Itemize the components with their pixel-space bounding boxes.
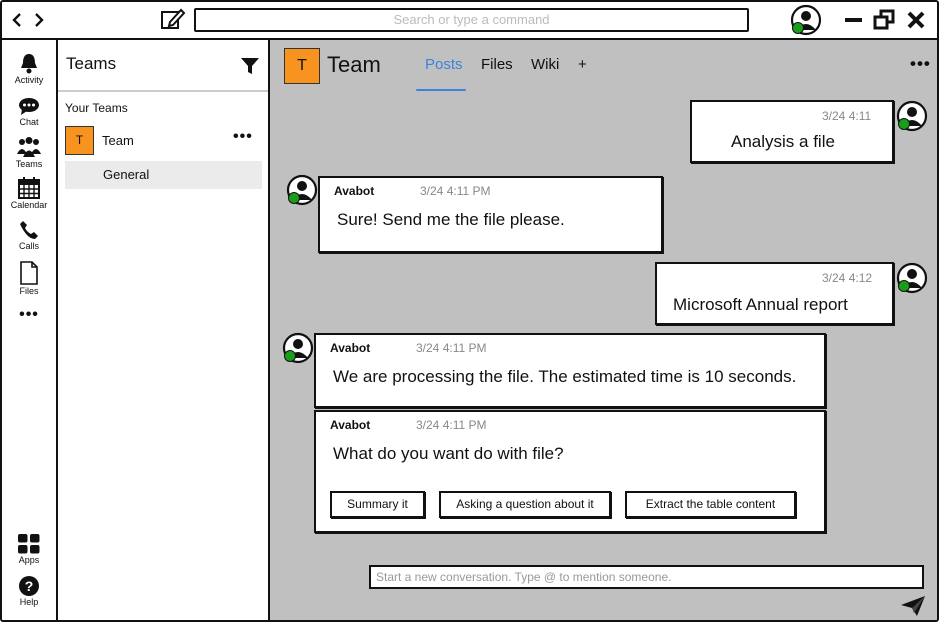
rail-label: Activity [14, 75, 44, 85]
search-input[interactable]: Search or type a command [194, 8, 749, 32]
message-bubble-bot: Avabot 3/24 4:11 PM We are processing th… [314, 333, 826, 408]
rail-item-calendar[interactable]: Calendar [2, 177, 56, 210]
extract-table-button[interactable]: Extract the table content [625, 491, 796, 518]
message-text: We are processing the file. The estimate… [333, 367, 797, 386]
rail-item-help[interactable]: ? Help [2, 576, 56, 607]
message-text: Microsoft Annual report [673, 295, 848, 314]
message-time: 3/24 4:11 [822, 109, 872, 123]
rail-label: Calls [18, 241, 39, 251]
teams-icon [17, 137, 41, 157]
message-sender: Avabot [330, 341, 371, 355]
summary-button[interactable]: Summary it [330, 491, 425, 518]
channel-item-general[interactable]: General [65, 161, 262, 189]
teams-panel: Teams Your Teams T Team ••• General [58, 40, 270, 620]
more-options-icon[interactable]: ••• [910, 54, 931, 74]
user-avatar-icon [896, 100, 928, 132]
teams-panel-header: Teams [58, 40, 268, 92]
conversation-area: T Team Posts Files Wiki + ••• 3/24 4:11 … [270, 40, 937, 620]
message-bubble-bot: Avabot 3/24 4:11 PM What do you want do … [314, 410, 826, 533]
tab-posts[interactable]: Posts [425, 56, 463, 73]
rail-item-calls[interactable]: Calls [2, 220, 56, 251]
user-avatar-icon [896, 262, 928, 294]
bot-avatar-icon [282, 332, 314, 364]
rail-item-chat[interactable]: Chat [2, 97, 56, 127]
tab-add[interactable]: + [578, 56, 587, 73]
restore-icon[interactable] [872, 8, 896, 32]
message-text: Sure! Send me the file please. [337, 210, 565, 229]
top-bar: Search or type a command [2, 2, 937, 40]
team-avatar: T [284, 48, 320, 84]
channel-header: T Team Posts Files Wiki + ••• [270, 40, 937, 92]
team-more-icon[interactable]: ••• [233, 128, 253, 146]
message-bubble-user: 3/24 4:12 Microsoft Annual report [655, 262, 894, 325]
app-window: Search or type a command Activity Chat T… [0, 0, 939, 622]
close-icon[interactable] [904, 8, 928, 32]
apps-icon [18, 534, 40, 554]
message-text: Analysis a file [731, 132, 835, 151]
message-bubble-bot: Avabot 3/24 4:11 PM Sure! Send me the fi… [318, 176, 663, 253]
bot-avatar-icon [286, 174, 318, 206]
back-icon[interactable] [8, 10, 26, 30]
message-sender: Avabot [330, 418, 371, 432]
team-avatar: T [65, 126, 94, 155]
compose-icon[interactable] [160, 7, 186, 31]
message-time: 3/24 4:12 [822, 271, 873, 285]
rail-item-teams[interactable]: Teams [2, 136, 56, 169]
rail-item-files[interactable]: Files [2, 261, 56, 296]
teams-panel-title: Teams [66, 54, 117, 73]
team-item[interactable]: T Team ••• [65, 126, 265, 156]
message-bubble-user: 3/24 4:11 Analysis a file [690, 100, 894, 163]
message-input[interactable]: Start a new conversation. Type @ to ment… [369, 565, 924, 589]
rail-label: Chat [19, 117, 39, 127]
minimize-icon[interactable] [842, 8, 866, 32]
page-title: Team [327, 52, 381, 77]
team-name: Team [102, 133, 134, 148]
rail-label: Calendar [10, 200, 48, 210]
message-time: 3/24 4:11 PM [416, 341, 487, 355]
message-text: What do you want do with file? [333, 444, 564, 463]
rail-item-activity[interactable]: Activity [2, 52, 56, 85]
filter-icon[interactable] [240, 56, 260, 76]
message-time: 3/24 4:11 PM [420, 184, 491, 198]
bell-icon [21, 54, 37, 74]
calendar-icon [18, 177, 40, 199]
help-icon: ? [19, 576, 39, 596]
rail-label: Teams [15, 159, 43, 169]
svg-text:?: ? [25, 578, 34, 594]
file-icon [20, 261, 38, 285]
rail-more-icon[interactable]: ••• [2, 306, 56, 324]
rail-item-apps[interactable]: Apps [2, 534, 56, 565]
rail-label: Apps [18, 555, 40, 565]
message-sender: Avabot [334, 184, 375, 198]
phone-icon [20, 221, 38, 239]
message-time: 3/24 4:11 PM [416, 418, 487, 432]
your-teams-label: Your Teams [65, 101, 128, 115]
chat-icon [19, 98, 39, 115]
rail-label: Help [19, 597, 39, 607]
tab-files[interactable]: Files [481, 56, 513, 73]
send-icon[interactable] [900, 595, 926, 617]
forward-icon[interactable] [30, 10, 48, 30]
user-avatar-icon[interactable] [790, 4, 822, 36]
tab-wiki[interactable]: Wiki [531, 56, 559, 73]
ask-question-button[interactable]: Asking a question about it [439, 491, 611, 518]
active-tab-indicator [416, 89, 466, 91]
rail-label: Files [19, 286, 39, 296]
app-rail: Activity Chat Teams Calendar Calls Files… [2, 40, 58, 620]
